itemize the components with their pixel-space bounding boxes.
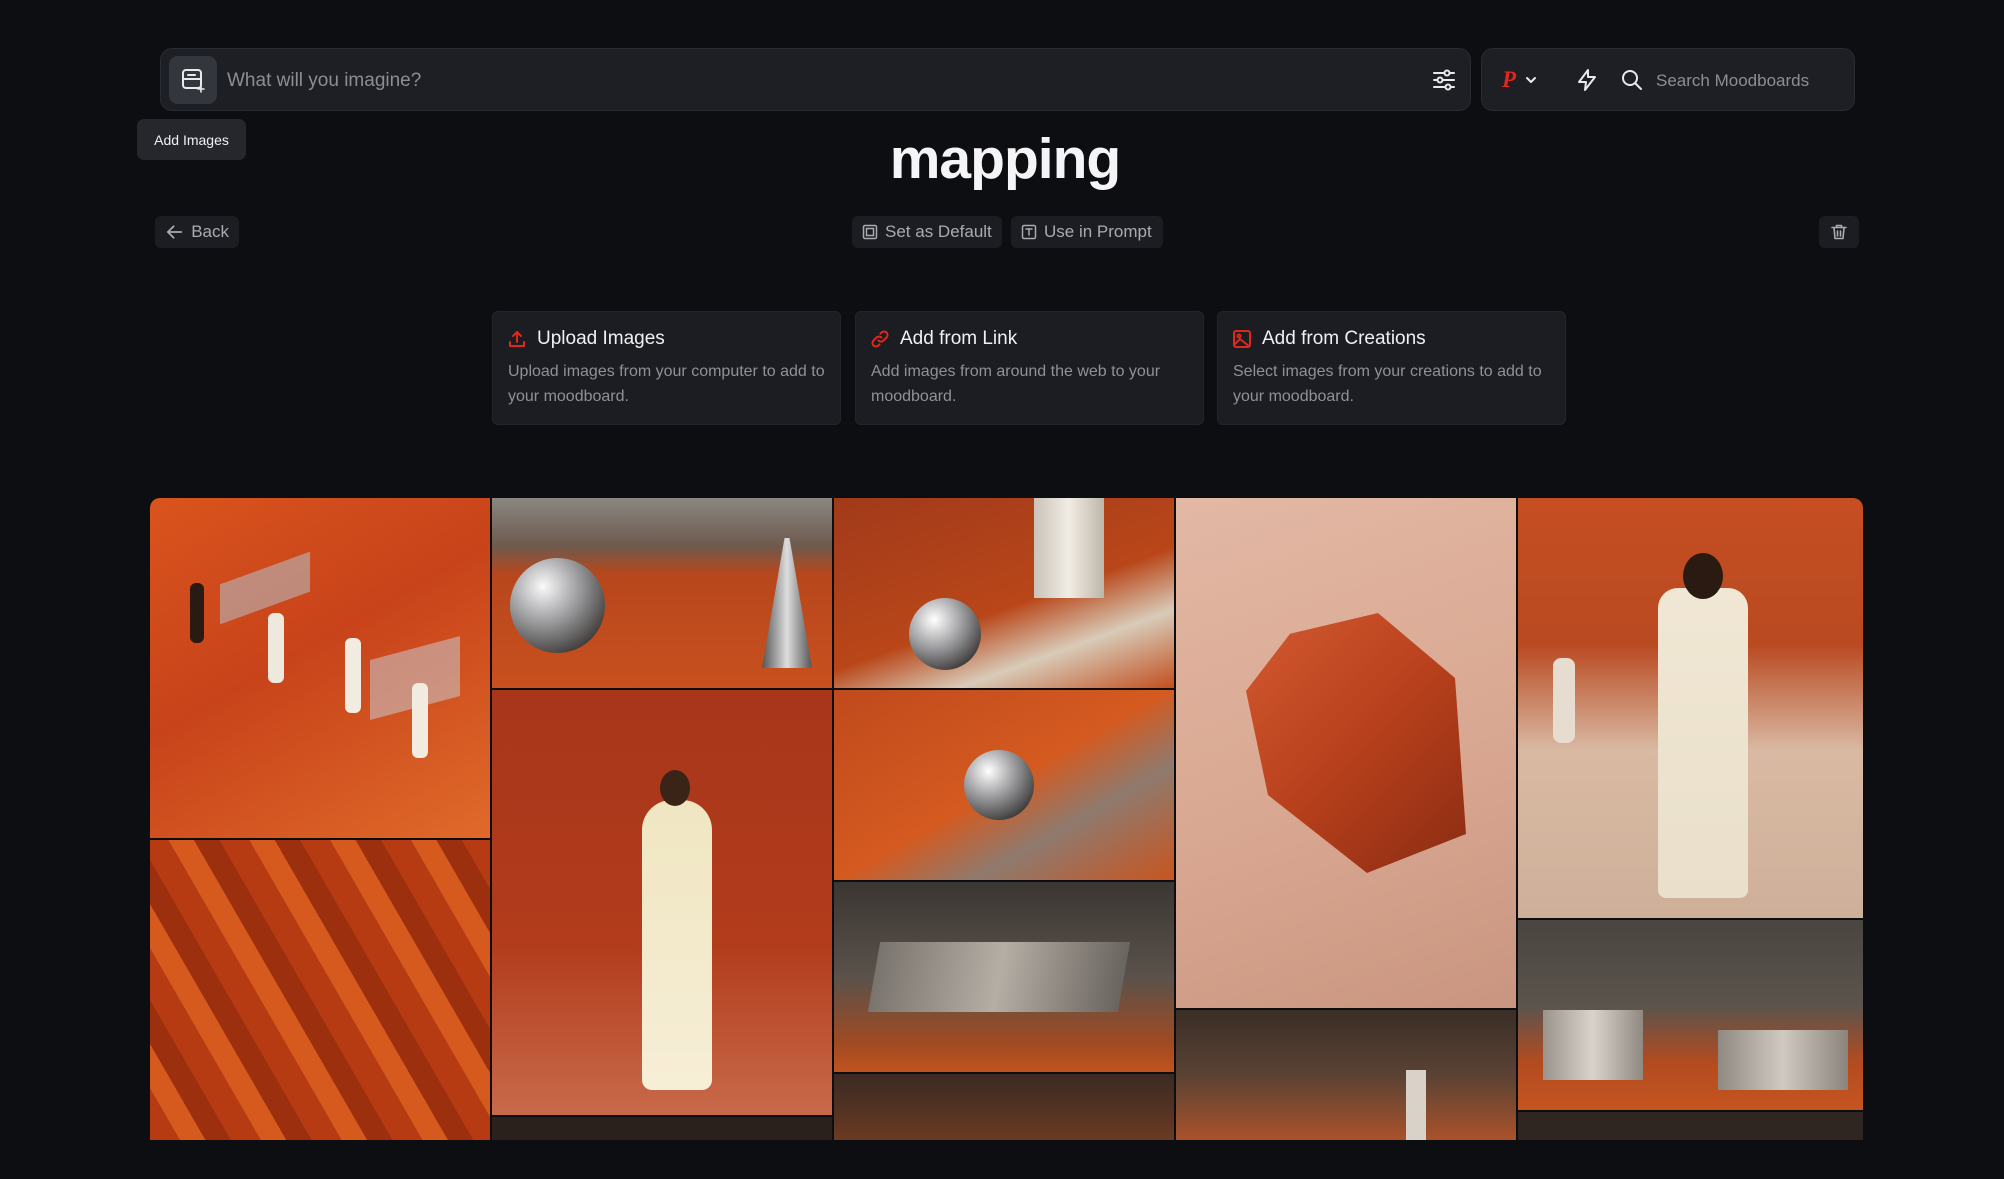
- upload-icon: [509, 331, 525, 347]
- speed-mode-button[interactable]: [1570, 63, 1604, 97]
- set-as-default-button[interactable]: Set as Default: [852, 216, 1002, 248]
- moodboard-gallery: [150, 498, 1863, 1140]
- set-as-default-label: Set as Default: [885, 222, 992, 241]
- prompt-input[interactable]: [225, 61, 1329, 101]
- moodboard-title: mapping: [889, 127, 1122, 191]
- gallery-image[interactable]: [834, 1074, 1174, 1140]
- search-icon[interactable]: [1616, 64, 1648, 96]
- back-button[interactable]: Back: [155, 216, 239, 248]
- link-icon: [871, 330, 889, 348]
- gallery-image[interactable]: [150, 498, 490, 838]
- image-icon: [1233, 330, 1251, 348]
- card-title: Add from Link: [900, 328, 1018, 349]
- prompt-bar: [160, 48, 1471, 111]
- add-from-link-card[interactable]: Add from Link Add images from around the…: [855, 311, 1204, 425]
- add-images-button[interactable]: [169, 56, 217, 104]
- gallery-image[interactable]: [1518, 920, 1863, 1110]
- add-from-creations-card[interactable]: Add from Creations Select images from yo…: [1217, 311, 1566, 425]
- gallery-image[interactable]: [150, 840, 490, 1140]
- gallery-image[interactable]: [834, 882, 1174, 1072]
- card-description: Add images from around the web to your m…: [871, 363, 1161, 405]
- card-title: Add from Creations: [1262, 328, 1426, 349]
- use-in-prompt-button[interactable]: Use in Prompt: [1011, 216, 1163, 248]
- lightning-icon: [1578, 69, 1596, 91]
- gallery-image[interactable]: [1176, 1010, 1516, 1140]
- sliders-icon: [1433, 69, 1455, 91]
- chevron-down-icon: [1526, 77, 1537, 83]
- arrow-left-icon: [167, 225, 183, 239]
- gallery-image[interactable]: [492, 1117, 832, 1140]
- upload-images-card[interactable]: Upload Images Upload images from your co…: [492, 311, 841, 425]
- gallery-image[interactable]: [834, 498, 1174, 688]
- delete-moodboard-button[interactable]: [1819, 216, 1859, 248]
- card-description: Select images from your creations to add…: [1233, 363, 1542, 405]
- use-in-prompt-label: Use in Prompt: [1044, 222, 1152, 241]
- search-moodboards-input[interactable]: [1654, 64, 1848, 98]
- image-frame-icon: [862, 224, 878, 240]
- gallery-image[interactable]: [492, 498, 832, 688]
- gallery-image[interactable]: [492, 690, 832, 1115]
- gallery-image[interactable]: [834, 690, 1174, 880]
- insert-icon: [1021, 224, 1037, 240]
- card-description: Upload images from your computer to add …: [508, 363, 825, 405]
- trash-icon: [1831, 224, 1847, 240]
- profile-selector[interactable]: P: [1502, 63, 1562, 97]
- gallery-image[interactable]: [1176, 498, 1516, 1008]
- add-image-icon: [182, 69, 205, 93]
- card-title: Upload Images: [537, 328, 665, 349]
- back-label: Back: [191, 222, 229, 241]
- gallery-image[interactable]: [1518, 1112, 1863, 1140]
- settings-button[interactable]: [1427, 63, 1461, 97]
- right-toolbar: P: [1481, 48, 1855, 111]
- profile-letter: P: [1502, 67, 1517, 92]
- gallery-image[interactable]: [1518, 498, 1863, 918]
